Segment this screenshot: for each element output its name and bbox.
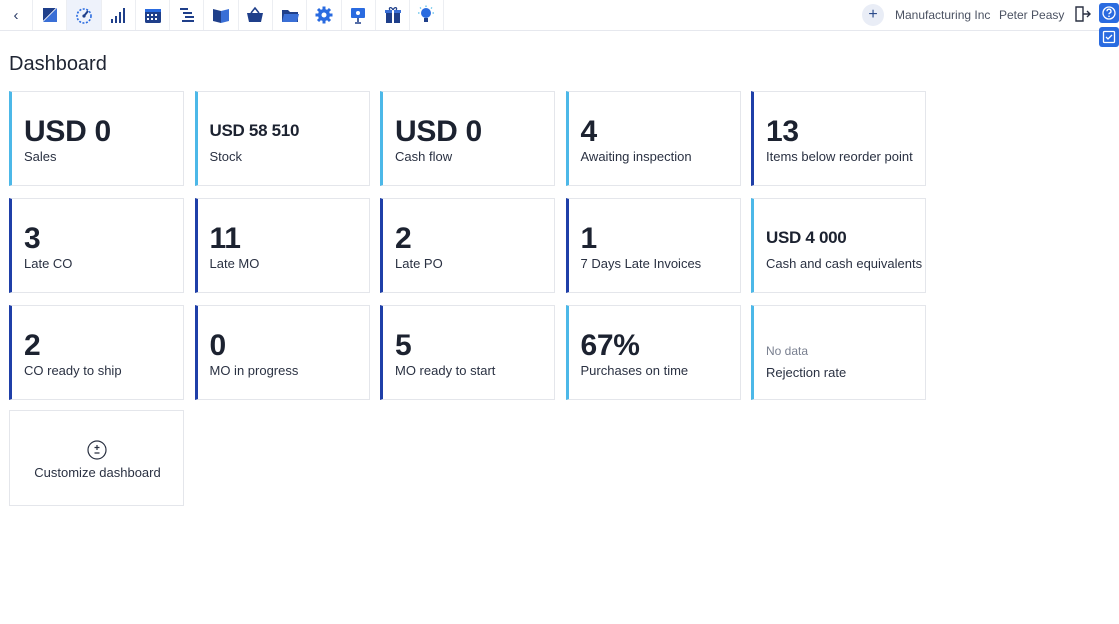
- card-label: Late MO: [209, 256, 260, 271]
- card-value: USD 58 510: [209, 121, 300, 140]
- card-awaiting-inspection[interactable]: 4 Awaiting inspection: [565, 91, 741, 186]
- checklist-icon[interactable]: [1099, 27, 1119, 47]
- card-stock[interactable]: USD 58 510 Stock: [194, 91, 370, 186]
- card-label: Rejection rate: [766, 365, 847, 380]
- help-icon[interactable]: [1099, 3, 1119, 23]
- card-late-po[interactable]: 2 Late PO: [380, 198, 555, 293]
- card-value: USD 0: [24, 115, 111, 148]
- company-name[interactable]: Manufacturing Inc: [895, 8, 990, 22]
- nav-calendar-icon[interactable]: [134, 0, 169, 30]
- plus-minus-icon: [87, 440, 107, 460]
- page-title: Dashboard: [9, 53, 107, 75]
- card-label: MO ready to start: [395, 363, 496, 378]
- nav-planning-list-icon[interactable]: [169, 0, 203, 30]
- card-late-mo[interactable]: 11 Late MO: [194, 198, 370, 293]
- dashboard-grid: USD 0 Sales USD 58 510 Stock USD 0 Cash …: [9, 91, 926, 400]
- card-items-below-reorder[interactable]: 13 Items below reorder point: [751, 91, 926, 186]
- nav-settings-gear-icon[interactable]: [306, 0, 340, 30]
- card-rejection-rate[interactable]: No data Rejection rate: [751, 305, 926, 400]
- nav-dashboard-gauge-icon[interactable]: [66, 0, 101, 30]
- card-value: 2: [395, 222, 412, 255]
- logout-icon[interactable]: [1073, 5, 1091, 23]
- card-purchases-on-time[interactable]: 67% Purchases on time: [565, 305, 741, 400]
- card-cash-equivalents[interactable]: USD 4 000 Cash and cash equivalents: [751, 198, 926, 293]
- nav-presentation-icon[interactable]: [340, 0, 375, 30]
- module-nav: [32, 0, 444, 30]
- card-value: 1: [580, 222, 598, 255]
- card-label: Sales: [24, 149, 57, 164]
- customize-dashboard-button[interactable]: Customize dashboard: [9, 410, 184, 506]
- card-label: Items below reorder point: [766, 149, 913, 164]
- card-value: 0: [209, 329, 227, 362]
- card-value: 3: [24, 222, 41, 255]
- card-co-ready-to-ship[interactable]: 2 CO ready to ship: [9, 305, 184, 400]
- card-value: 13: [766, 115, 799, 148]
- card-label: CO ready to ship: [24, 363, 122, 378]
- nav-sales-icon[interactable]: [32, 0, 66, 30]
- card-label: Late PO: [395, 256, 443, 271]
- nav-folder-icon[interactable]: [272, 0, 306, 30]
- card-no-data: No data: [766, 344, 809, 358]
- nav-basket-icon[interactable]: [237, 0, 272, 30]
- top-bar: ‹ + Manufacturing Inc Peter Peasy: [0, 0, 1119, 31]
- card-value: USD 0: [395, 115, 482, 148]
- back-button[interactable]: ‹: [0, 0, 32, 30]
- nav-lightbulb-icon[interactable]: [409, 0, 444, 30]
- card-mo-in-progress[interactable]: 0 MO in progress: [194, 305, 370, 400]
- nav-stats-bars-icon[interactable]: [100, 0, 135, 30]
- card-value: 5: [395, 329, 412, 362]
- card-label: Awaiting inspection: [580, 149, 692, 164]
- card-label: Cash and cash equivalents: [766, 256, 923, 271]
- card-label: 7 Days Late Invoices: [580, 256, 702, 271]
- add-button[interactable]: +: [862, 4, 884, 26]
- card-value: 2: [24, 329, 41, 362]
- card-value: 11: [209, 222, 241, 255]
- card-label: Stock: [209, 149, 243, 164]
- card-label: MO in progress: [209, 363, 299, 378]
- card-mo-ready-to-start[interactable]: 5 MO ready to start: [380, 305, 555, 400]
- card-label: Purchases on time: [580, 363, 689, 378]
- card-late-co[interactable]: 3 Late CO: [9, 198, 184, 293]
- card-late-invoices[interactable]: 1 7 Days Late Invoices: [565, 198, 741, 293]
- card-value: 67%: [580, 329, 640, 362]
- card-label: Late CO: [24, 256, 73, 271]
- card-sales[interactable]: USD 0 Sales: [9, 91, 184, 186]
- nav-book-icon[interactable]: [203, 0, 237, 30]
- card-value: USD 4 000: [766, 228, 847, 247]
- nav-gift-icon[interactable]: [374, 0, 409, 30]
- customize-label: Customize dashboard: [34, 465, 161, 480]
- card-cash-flow[interactable]: USD 0 Cash flow: [380, 91, 555, 186]
- user-name[interactable]: Peter Peasy: [999, 8, 1064, 22]
- card-label: Cash flow: [395, 149, 453, 164]
- card-value: 4: [580, 115, 598, 148]
